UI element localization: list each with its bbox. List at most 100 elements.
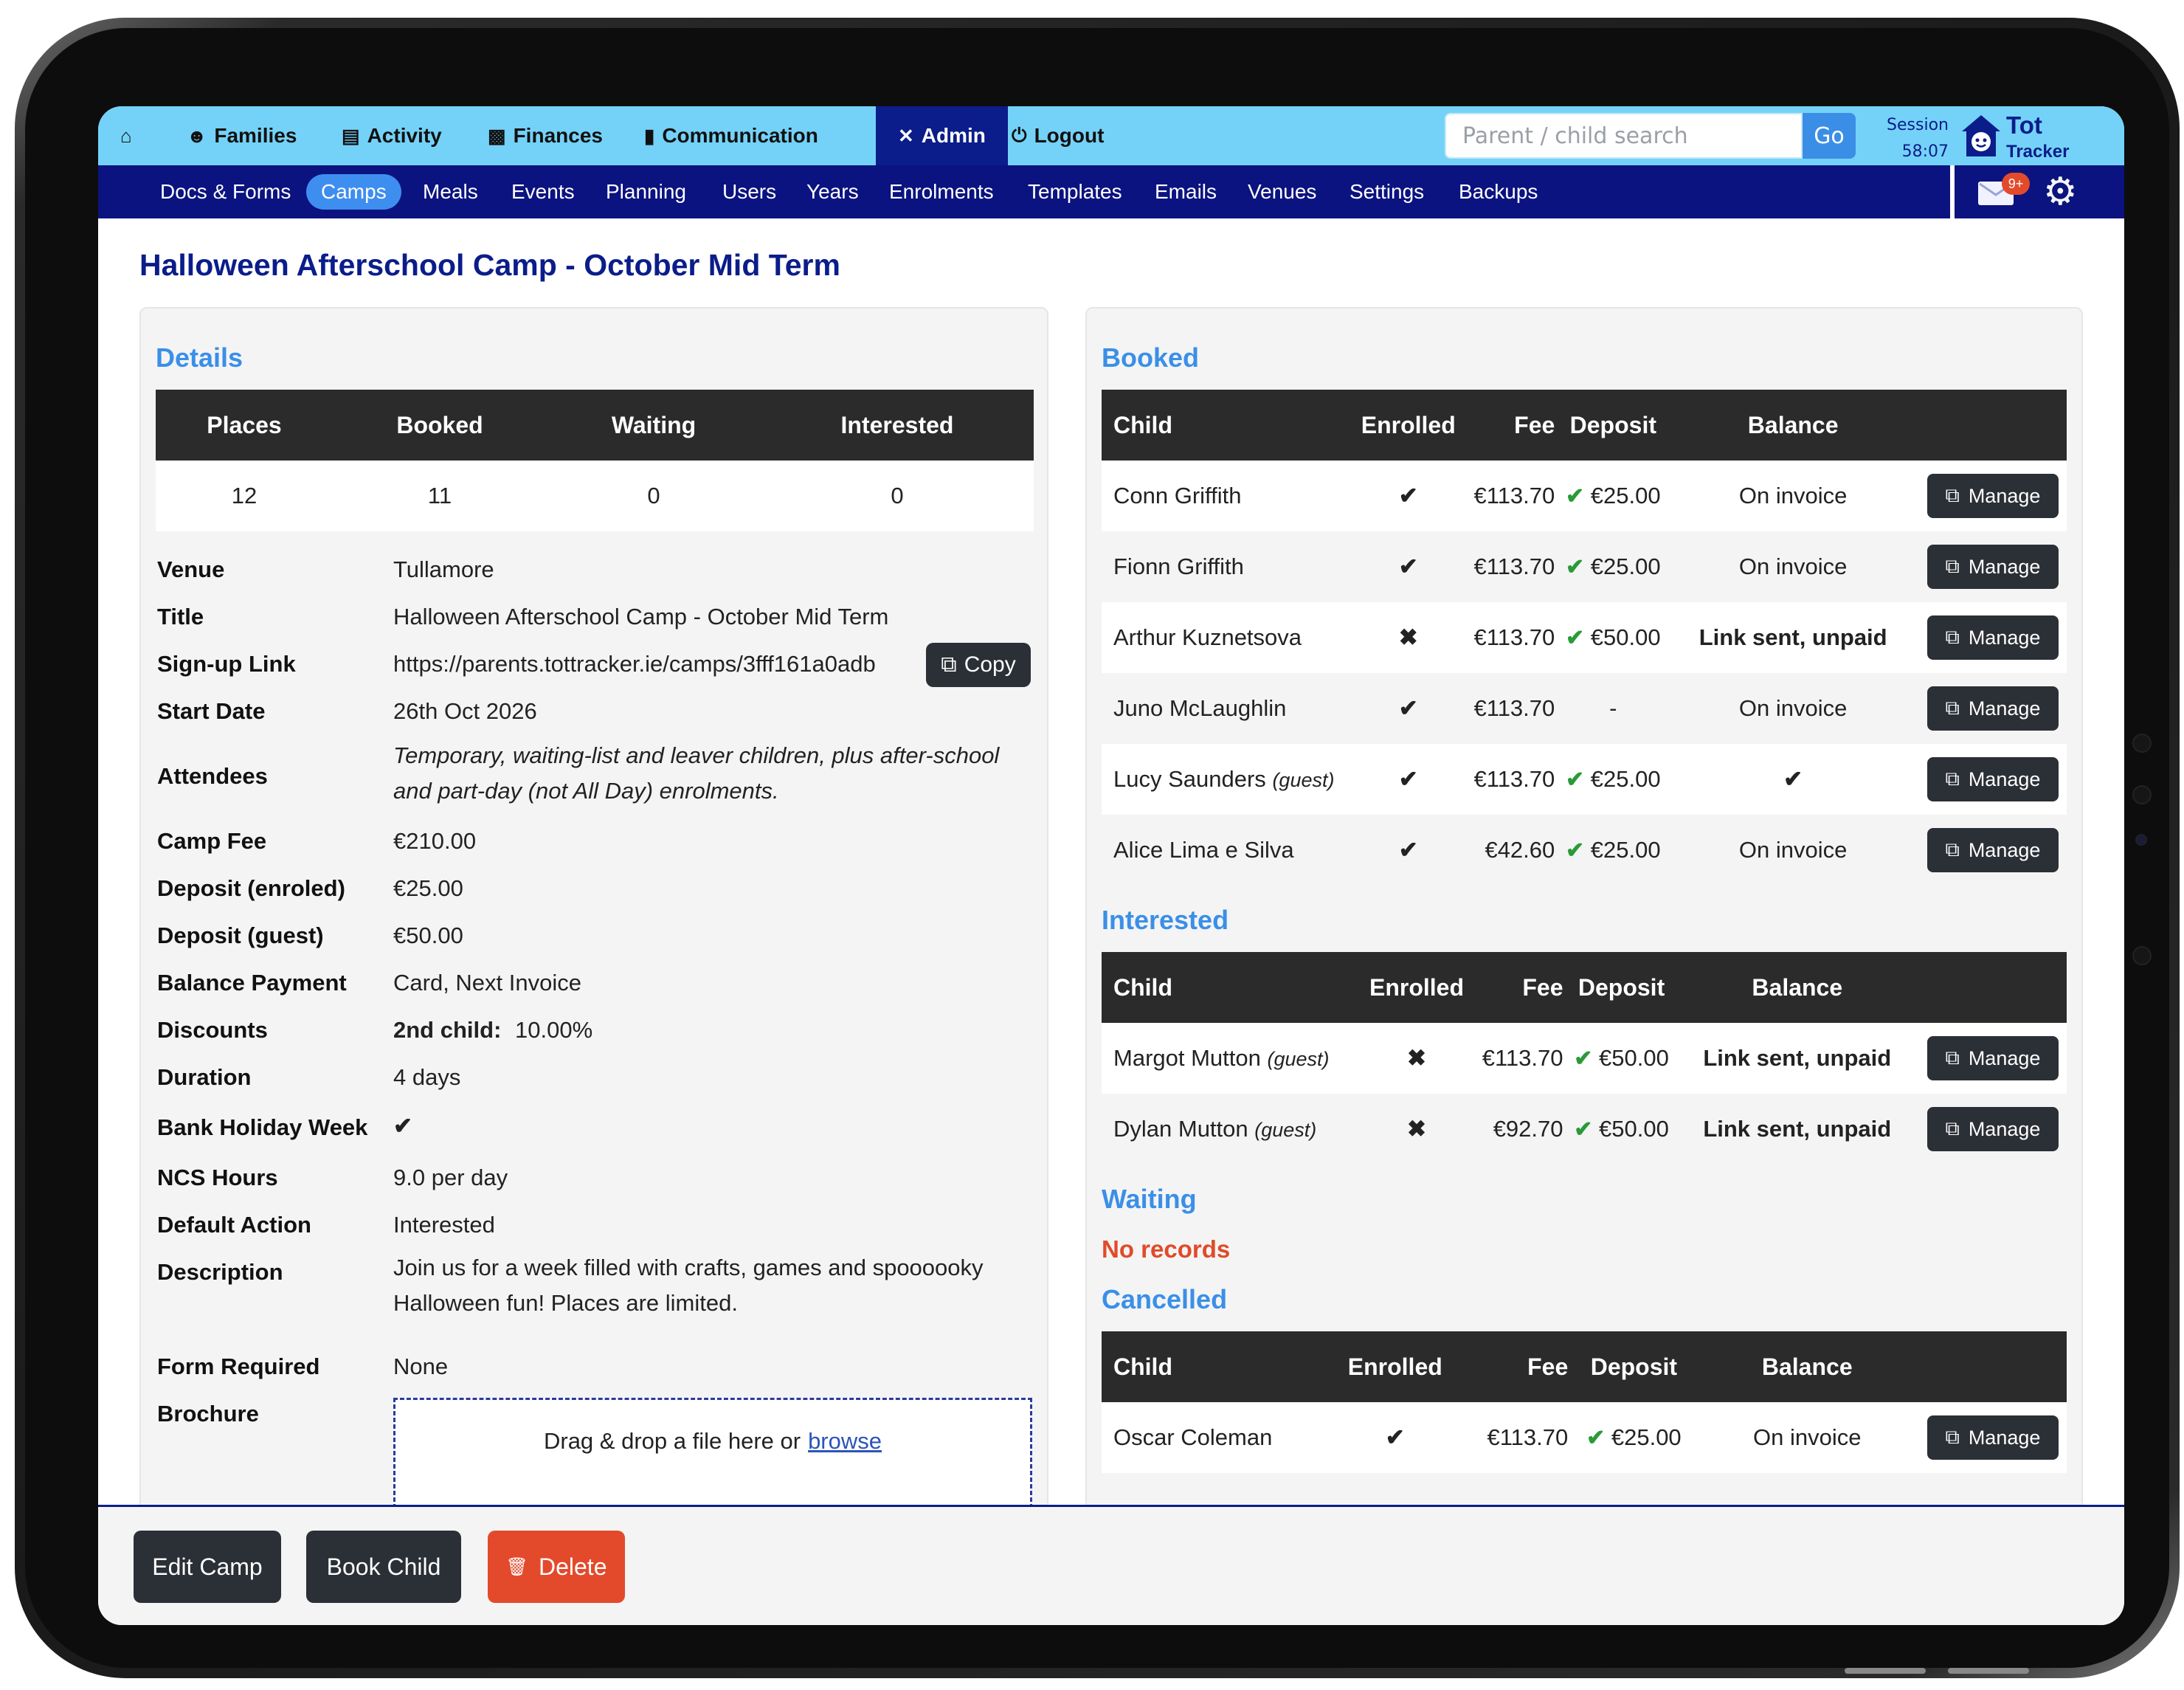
manage-button[interactable]: ⧉ Manage — [1926, 1036, 2059, 1080]
nav-label: Communication — [662, 124, 818, 147]
edit-camp-button[interactable]: Edit Camp — [134, 1531, 281, 1603]
edit-note-icon: ⧉ — [1945, 555, 1960, 577]
gear-icon[interactable]: ⚙ — [2043, 171, 2078, 213]
signup-link-value[interactable]: https://parents.tottracker.ie/camps/3fff… — [393, 651, 876, 677]
subnav-venues[interactable]: Venues — [1248, 174, 1316, 210]
browse-link[interactable]: browse — [808, 1428, 882, 1508]
child-name: Margot Mutton — [1113, 1045, 1261, 1071]
page-title: Halloween Afterschool Camp - October Mid… — [139, 248, 840, 282]
check-icon: ✔ — [1566, 555, 1585, 579]
manage-button[interactable]: ⧉ Manage — [1926, 474, 2059, 518]
col-balance: Balance — [1695, 1331, 1919, 1402]
session-timer: Session 58:07 — [1882, 112, 1949, 165]
subnav-emails[interactable]: Emails — [1155, 174, 1217, 210]
manage-button[interactable]: ⧉ Manage — [1926, 1107, 2059, 1151]
deposit-amount: €25.00 — [1590, 553, 1661, 579]
subnav-camps[interactable]: Camps — [306, 174, 401, 210]
form-required-value: None — [393, 1353, 449, 1379]
nav-activity[interactable]: ▤ Activity — [342, 106, 442, 165]
guest-tag: (guest) — [1267, 1048, 1330, 1070]
manage-button[interactable]: ⧉ Manage — [1926, 1415, 2059, 1460]
booked-table: Child Enrolled Fee Deposit Balance Conn … — [1102, 390, 2067, 886]
check-icon: ✔ — [1574, 1117, 1593, 1142]
manage-label: Manage — [1968, 1426, 2041, 1449]
copy-link-button[interactable]: ⧉ Copy — [926, 643, 1031, 687]
balance-cell: On invoice — [1695, 1402, 1919, 1473]
balance-cell: On invoice — [1667, 531, 1919, 602]
deposit-cell: ✔ €25.00 — [1572, 1402, 1696, 1473]
deposit-guest-label: Deposit (guest) — [157, 922, 324, 948]
col-balance: Balance — [1667, 390, 1919, 461]
manage-button[interactable]: ⧉ Manage — [1926, 757, 2059, 801]
booked-value: 11 — [333, 461, 547, 531]
subnav-years[interactable]: Years — [806, 174, 859, 210]
balance-cell: On invoice — [1667, 461, 1919, 531]
subnav-docs-forms[interactable]: Docs & Forms — [160, 174, 291, 210]
edit-note-icon: ⧉ — [1945, 1426, 1960, 1448]
manage-button[interactable]: ⧉ Manage — [1926, 828, 2059, 872]
enrolled-cross-icon: ✖ — [1364, 1094, 1470, 1165]
nav-logout[interactable]: ⏻ Logout — [1012, 106, 1104, 165]
subnav-events[interactable]: Events — [511, 174, 575, 210]
title-label: Title — [157, 604, 204, 630]
description-line: Halloween fun! Places are limited. — [393, 1290, 738, 1316]
manage-button[interactable]: ⧉ Manage — [1926, 686, 2059, 731]
subnav-settings[interactable]: Settings — [1350, 174, 1424, 210]
session-label: Session — [1887, 116, 1949, 134]
deposit-cell: ✔ €25.00 — [1559, 461, 1668, 531]
subnav-enrolments[interactable]: Enrolments — [889, 174, 994, 210]
child-name-cell: Margot Mutton (guest) — [1102, 1023, 1364, 1094]
subnav-backups[interactable]: Backups — [1459, 174, 1538, 210]
tot-tracker-logo[interactable]: Tot Tracker — [1960, 112, 2108, 162]
side-button — [1845, 1668, 1926, 1674]
col-actions — [1918, 952, 2067, 1023]
venue-label: Venue — [157, 556, 225, 582]
actions-cell: ⧉ Manage — [1918, 531, 2067, 602]
brochure-dropzone[interactable]: Drag & drop a file here or browse — [393, 1398, 1032, 1508]
deposit-enroled-label: Deposit (enroled) — [157, 875, 345, 901]
actions-cell: ⧉ Manage — [1918, 673, 2067, 744]
ncs-hours-value: 9.0 per day — [393, 1165, 508, 1190]
delete-button[interactable]: 🗑 Delete — [488, 1531, 625, 1603]
child-name: Oscar Coleman — [1102, 1402, 1342, 1473]
deposit-cell: ✔ €25.00 — [1559, 744, 1668, 815]
nav-label: Finances — [513, 124, 603, 147]
fee-cell: €113.70 — [1461, 673, 1560, 744]
actions-cell: ⧉ Manage — [1918, 1402, 2067, 1473]
subnav-meals[interactable]: Meals — [423, 174, 478, 210]
manage-button[interactable]: ⧉ Manage — [1926, 545, 2059, 589]
nav-admin[interactable]: ✕ Admin — [876, 106, 1008, 165]
search-input[interactable]: Parent / child search — [1445, 113, 1803, 159]
subnav-templates[interactable]: Templates — [1028, 174, 1122, 210]
nav-families[interactable]: ☻ Families — [187, 106, 297, 165]
cancelled-heading: Cancelled — [1102, 1284, 1228, 1314]
subnav-users[interactable]: Users — [722, 174, 776, 210]
side-button — [1948, 1668, 2029, 1674]
fee-cell: €113.70 — [1461, 461, 1560, 531]
balance-payment-value: Card, Next Invoice — [393, 970, 581, 996]
book-child-button[interactable]: Book Child — [306, 1531, 461, 1603]
balance-cell: On invoice — [1667, 815, 1919, 886]
enrolled-check-icon: ✔ — [1355, 673, 1462, 744]
nav-finances[interactable]: ▩ Finances — [488, 106, 603, 165]
chat-icon: ▮ — [644, 124, 655, 147]
subnav-planning[interactable]: Planning — [606, 174, 686, 210]
cash-icon: ▩ — [488, 124, 506, 147]
col-child: Child — [1102, 952, 1364, 1023]
deposit-cell: ✔ €25.00 — [1559, 815, 1668, 886]
manage-button[interactable]: ⧉ Manage — [1926, 615, 2059, 660]
nav-label: Logout — [1034, 124, 1105, 147]
duration-label: Duration — [157, 1064, 252, 1090]
attendees-label: Attendees — [157, 763, 268, 789]
camera-dot — [2132, 785, 2152, 804]
col-child: Child — [1102, 390, 1355, 461]
table-row: Arthur Kuznetsova ✖ €113.70 ✔ €50.00 Lin… — [1102, 602, 2067, 673]
col-deposit: Deposit — [1572, 1331, 1696, 1402]
child-name: Conn Griffith — [1102, 461, 1355, 531]
nav-communication[interactable]: ▮ Communication — [644, 106, 818, 165]
search-go-button[interactable]: Go — [1803, 113, 1856, 159]
nav-home[interactable]: ⌂ — [120, 106, 132, 165]
check-icon: ✔ — [1574, 1046, 1593, 1071]
fee-cell: €113.70 — [1461, 744, 1560, 815]
table-row: Dylan Mutton (guest) ✖ €92.70 ✔ €50.00 L… — [1102, 1094, 2067, 1165]
